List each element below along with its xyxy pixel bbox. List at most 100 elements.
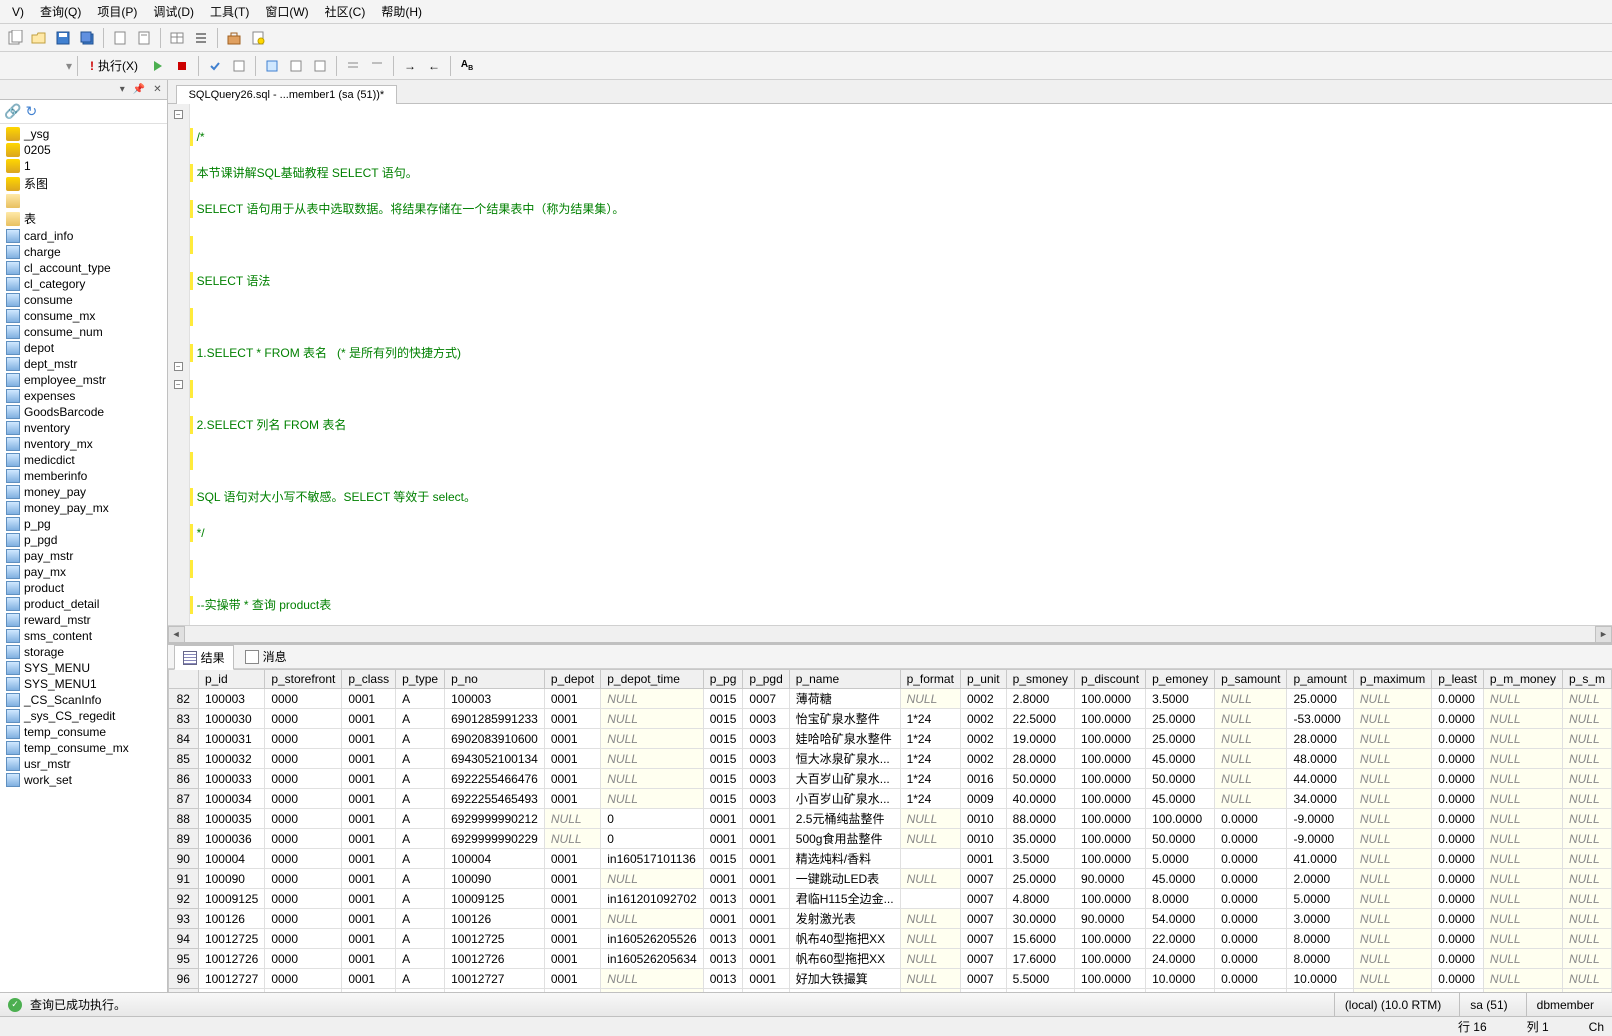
toolbox-icon[interactable] [223, 27, 245, 49]
tree-item[interactable]: cl_category [0, 276, 167, 292]
tree-item[interactable]: card_info [0, 228, 167, 244]
tree-item[interactable]: temp_consume [0, 724, 167, 740]
tree-item[interactable]: dept_mstr [0, 356, 167, 372]
table-row[interactable]: 951001272600000001A100127260001in1605262… [168, 949, 1611, 969]
column-header[interactable]: p_format [900, 670, 960, 689]
stop-icon[interactable] [171, 55, 193, 77]
save-icon[interactable] [52, 27, 74, 49]
tree-item[interactable]: storage [0, 644, 167, 660]
sql-editor[interactable]: − − − /* 本节课讲解SQL基础教程 SELECT 语句。 SELECT … [168, 104, 1612, 625]
column-header[interactable]: p_id [198, 670, 264, 689]
tree-item[interactable]: usr_mstr [0, 756, 167, 772]
debug-play-icon[interactable] [147, 55, 169, 77]
tree-item[interactable]: 表 [0, 209, 167, 228]
fold-icon[interactable]: − [174, 110, 183, 119]
tree-item[interactable]: 1 [0, 158, 167, 174]
parse-icon[interactable] [204, 55, 226, 77]
execute-button[interactable]: ! 执行(X) [83, 54, 145, 77]
column-header[interactable]: p_least [1432, 670, 1484, 689]
tree-item[interactable]: product_detail [0, 596, 167, 612]
tree-item[interactable]: _sys_CS_regedit [0, 708, 167, 724]
tree-item[interactable]: consume [0, 292, 167, 308]
tree-item[interactable] [0, 193, 167, 209]
column-header[interactable]: p_maximum [1353, 670, 1431, 689]
tree-item[interactable]: work_set [0, 772, 167, 788]
table-row[interactable]: 83100003000000001A69012859912330001NULL0… [168, 709, 1611, 729]
table-row[interactable]: 87100003400000001A69222554654930001NULL0… [168, 789, 1611, 809]
tree-item[interactable]: charge [0, 244, 167, 260]
tree-item[interactable]: expenses [0, 388, 167, 404]
uncomment-icon[interactable] [366, 55, 388, 77]
results-text-icon[interactable] [285, 55, 307, 77]
table-row[interactable]: 9010000400000001A1000040001in16051710113… [168, 849, 1611, 869]
tree-item[interactable]: GoodsBarcode [0, 404, 167, 420]
tree-item[interactable]: money_pay [0, 484, 167, 500]
menu-project[interactable]: 项目(P) [89, 0, 145, 23]
tree-item[interactable]: cl_account_type [0, 260, 167, 276]
table-row[interactable]: 921000912500000001A100091250001in1612010… [168, 889, 1611, 909]
editor-hscroll[interactable]: ◄► [168, 625, 1612, 642]
table-row[interactable]: 86100003300000001A69222554664760001NULL0… [168, 769, 1611, 789]
table-row[interactable]: 9110009000000001A1000900001NULL00010001一… [168, 869, 1611, 889]
tree-item[interactable]: employee_mstr [0, 372, 167, 388]
indent-icon[interactable]: → [399, 55, 421, 77]
menu-tools[interactable]: 工具(T) [202, 0, 257, 23]
tree-item[interactable]: sms_content [0, 628, 167, 644]
results-file-icon[interactable] [309, 55, 331, 77]
menu-query[interactable]: 查询(Q) [32, 0, 89, 23]
tree-item[interactable]: 系图 [0, 174, 167, 193]
column-header[interactable] [168, 670, 198, 689]
column-header[interactable]: p_type [396, 670, 445, 689]
tree-item[interactable]: medicdict [0, 452, 167, 468]
table-row[interactable]: 9310012600000001A1001260001NULL00010001发… [168, 909, 1611, 929]
properties-icon[interactable] [247, 27, 269, 49]
table-row[interactable]: 84100003100000001A69020839106000001NULL0… [168, 729, 1611, 749]
tree-item[interactable]: p_pgd [0, 532, 167, 548]
results-grid[interactable]: p_idp_storefrontp_classp_typep_nop_depot… [168, 669, 1612, 992]
column-header[interactable]: p_amount [1287, 670, 1353, 689]
open-icon[interactable] [28, 27, 50, 49]
tree-item[interactable]: nventory_mx [0, 436, 167, 452]
fold-icon[interactable]: − [174, 362, 183, 371]
plan-icon[interactable] [228, 55, 250, 77]
specify-values-icon[interactable]: AB [456, 55, 478, 77]
table-row[interactable]: 961001272700000001A100127270001NULL00130… [168, 969, 1611, 989]
column-header[interactable]: p_samount [1215, 670, 1287, 689]
menu-community[interactable]: 社区(C) [317, 0, 374, 23]
table-row[interactable]: 941001272500000001A100127250001in1605262… [168, 929, 1611, 949]
tree-item[interactable]: SYS_MENU1 [0, 676, 167, 692]
column-header[interactable]: p_pg [703, 670, 743, 689]
tree-item[interactable]: nventory [0, 420, 167, 436]
table-row[interactable]: 8210000300000001A1000030001NULL00150007薄… [168, 689, 1611, 709]
results-grid-icon[interactable] [261, 55, 283, 77]
messages-tab[interactable]: 消息 [236, 644, 296, 669]
tree-item[interactable]: _CS_ScanInfo [0, 692, 167, 708]
tree-item[interactable]: pay_mx [0, 564, 167, 580]
table-row[interactable]: 97100172..00000001A100172..0001NULL00010… [168, 989, 1611, 993]
table-row[interactable]: 89100003600000001A6929999990229NULL00001… [168, 829, 1611, 849]
column-header[interactable]: p_discount [1075, 670, 1146, 689]
column-header[interactable]: p_depot [544, 670, 600, 689]
new-query-icon[interactable] [4, 27, 26, 49]
column-header[interactable]: p_unit [960, 670, 1006, 689]
table-row[interactable]: 88100003500000001A6929999990212NULL00001… [168, 809, 1611, 829]
tree-item[interactable]: reward_mstr [0, 612, 167, 628]
menu-window[interactable]: 窗口(W) [257, 0, 316, 23]
column-header[interactable]: p_depot_time [601, 670, 703, 689]
tree-item[interactable]: temp_consume_mx [0, 740, 167, 756]
column-header[interactable]: p_storefront [265, 670, 342, 689]
editor-tab[interactable]: SQLQuery26.sql - ...member1 (sa (51))* [176, 85, 398, 104]
tree-item[interactable]: consume_num [0, 324, 167, 340]
column-header[interactable]: p_name [789, 670, 900, 689]
column-header[interactable]: p_no [445, 670, 545, 689]
list-icon[interactable] [190, 27, 212, 49]
tree-item[interactable]: consume_mx [0, 308, 167, 324]
tree-item[interactable]: depot [0, 340, 167, 356]
outdent-icon[interactable]: ← [423, 55, 445, 77]
tree-item[interactable]: money_pay_mx [0, 500, 167, 516]
tree-item[interactable]: product [0, 580, 167, 596]
comment-icon[interactable] [342, 55, 364, 77]
refresh-icon[interactable]: ↻ [25, 103, 37, 120]
doc2-icon[interactable] [133, 27, 155, 49]
column-header[interactable]: p_m_money [1483, 670, 1562, 689]
